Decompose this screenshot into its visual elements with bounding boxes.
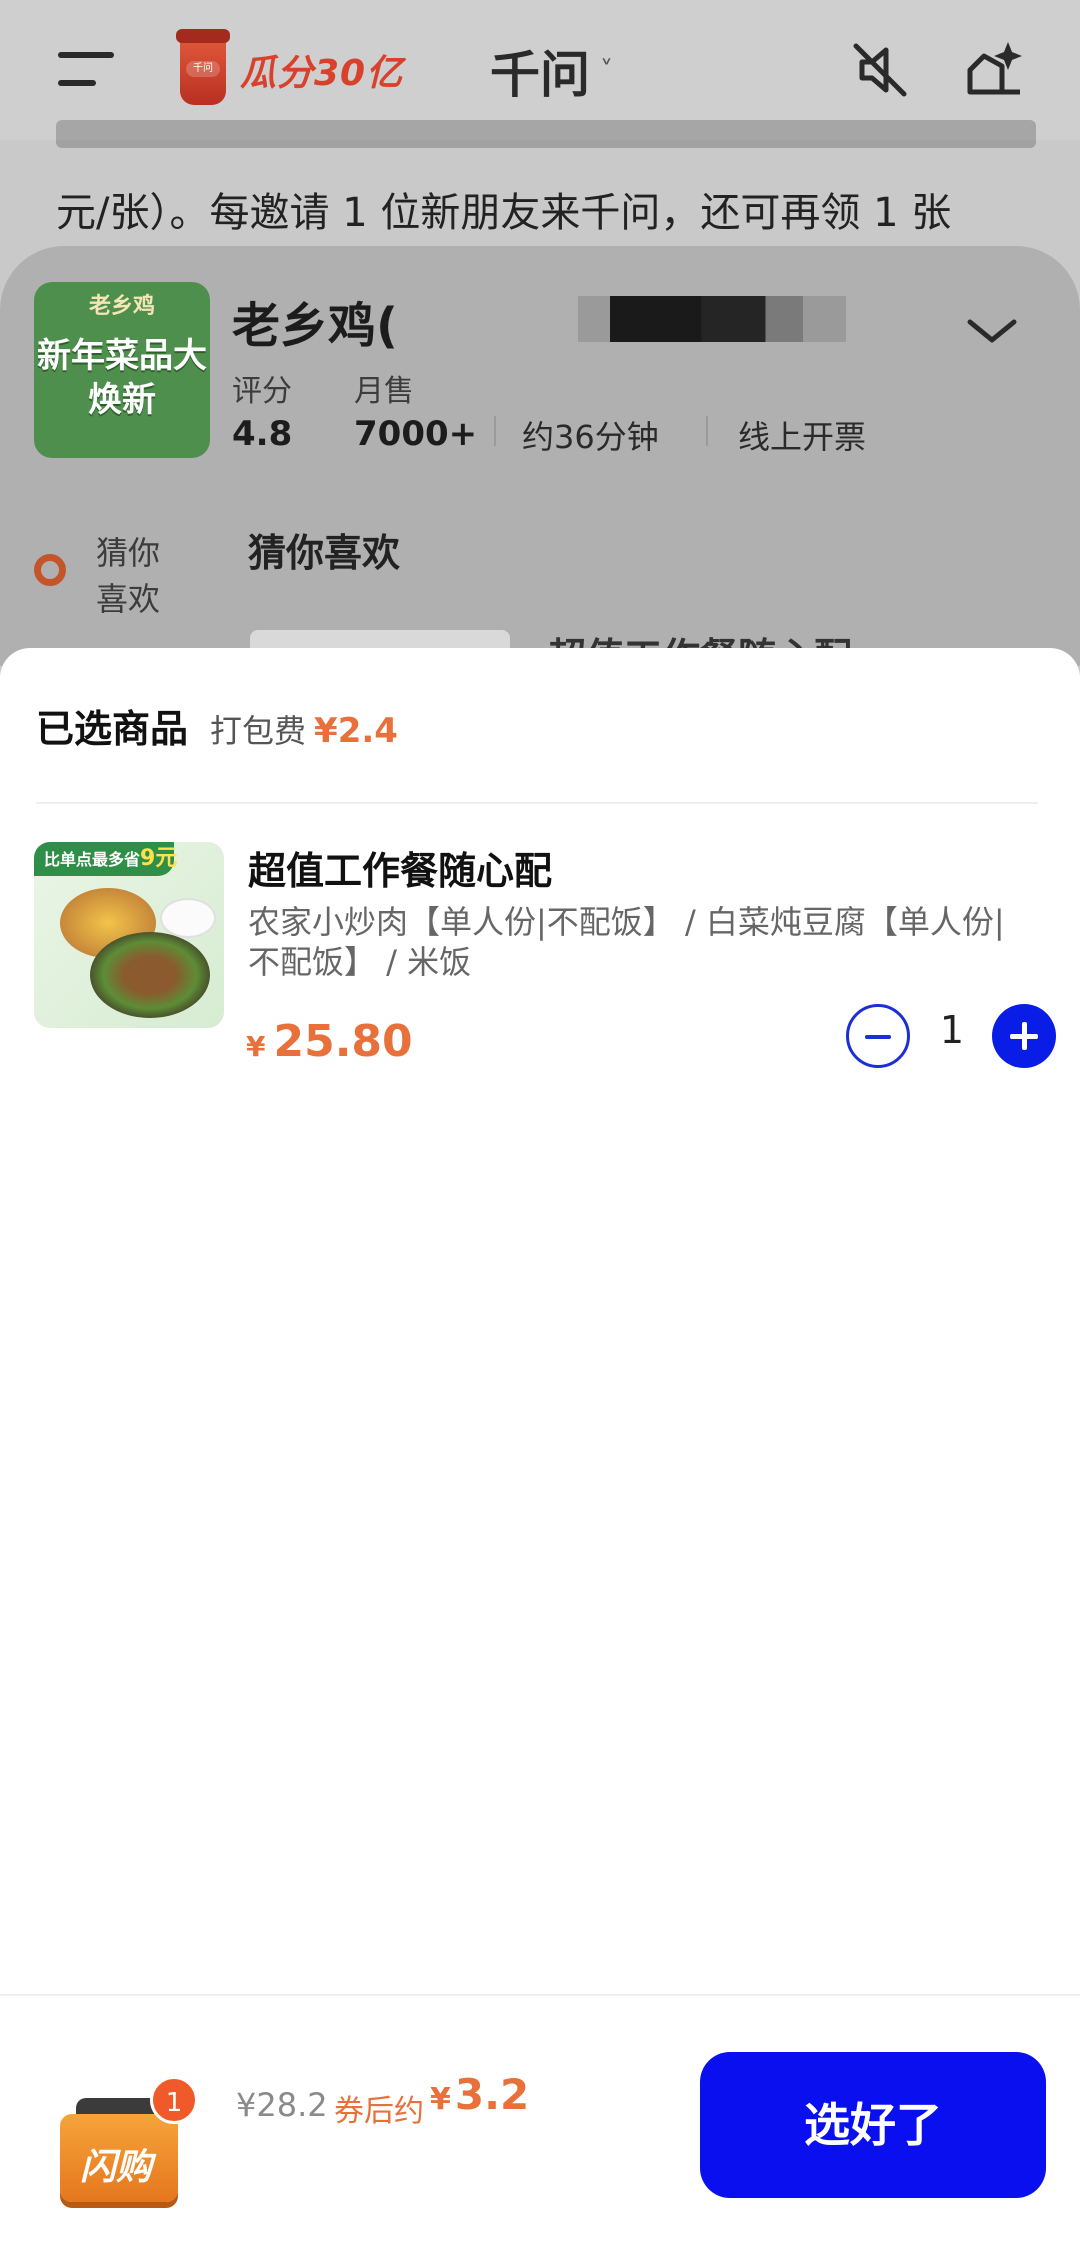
side-nav-item-recommend[interactable]: 猜你喜欢 [34,530,166,622]
after-coupon-price: ¥ 3.2 [430,2070,529,2119]
store-card: 老乡鸡 新年菜品大焕新 老乡鸡( 评分 4.8 月售 7000+ 约36分钟 线… [0,246,1080,666]
promo-banner[interactable]: 千问 瓜分30亿 [176,29,404,108]
store-logo: 老乡鸡 新年菜品大焕新 [34,282,210,458]
section-title: 猜你喜欢 [248,531,401,575]
sparkle-new-chat-icon[interactable] [962,36,1028,102]
cart-count-badge: 1 [150,2076,198,2124]
chat-line-partial [56,120,1036,160]
packing-fee-label: 打包费 [210,712,307,750]
side-nav-label: 猜你喜欢 [96,534,161,618]
cart-item-image[interactable]: 比单点最多省9元 [34,842,224,1028]
currency-symbol: ¥ [430,2082,451,2117]
target-icon [34,554,66,586]
cart-item-description: 农家小炒肉【单人份|不配饭】 / 白菜炖豆腐【单人份|不配饭】 / 米饭 [248,903,1005,981]
app-title: 千问 [490,46,590,104]
confirm-selection-button[interactable]: 选好了 [700,2052,1046,2198]
rating-value: 4.8 [232,414,293,454]
sales-value: 7000+ [354,414,478,454]
mute-icon[interactable] [848,38,912,102]
quantity-value: 1 [939,1008,965,1052]
rice-bowl [160,898,216,938]
cart-header: 已选商品 打包费 ¥2.4 [36,698,398,753]
currency-symbol: ¥ [246,1030,266,1063]
savings-badge-prefix: 比单点最多省 [44,850,141,869]
coffee-cup-icon: 千问 [176,29,230,105]
shopping-bag-icon[interactable]: 闪购 1 [46,2076,198,2206]
rating-label: 评分 [232,374,292,409]
divider [36,802,1038,804]
food-plate [90,932,210,1018]
delivery-time: 约36分钟 [522,418,659,456]
decrease-quantity-button[interactable] [846,1004,910,1068]
savings-badge-amount: 9元 [140,846,178,871]
divider [494,416,496,446]
price-value: 25.80 [273,1016,413,1067]
bag-label: 闪购 [80,2147,153,2188]
after-coupon-label: 券后约 [334,2094,424,2129]
original-price: ¥28.2 [236,2086,328,2124]
store-name: 老乡鸡( [232,298,398,354]
top-app-bar: 千问 瓜分30亿 千问 ˅ [0,0,1080,140]
chat-text-line: 元/张）。每邀请 1 位新朋友来千问，还可再领 1 张 [56,190,952,236]
chevron-down-icon: ˅ [600,56,613,86]
packing-fee-value: ¥2.4 [314,711,398,751]
price-value: 3.2 [454,2070,530,2119]
chevron-down-icon[interactable] [966,316,1018,346]
cup-badge: 千问 [186,61,220,77]
store-logo-slogan: 新年菜品大焕新 [37,336,207,420]
app-title-switcher[interactable]: 千问 ˅ [490,36,613,106]
promo-text: 瓜分30亿 [240,53,404,94]
increase-quantity-button[interactable] [992,1004,1056,1068]
store-logo-brand: 老乡鸡 [88,294,155,319]
invoice-info: 线上开票 [738,418,867,456]
cart-item-name: 超值工作餐随心配 [248,849,553,893]
cart-title: 已选商品 [36,707,189,751]
checkout-bar: 闪购 1 ¥28.2 券后约 ¥ 3.2 选好了 [0,1994,1080,2244]
redacted-store-branch [578,296,846,342]
menu-icon[interactable] [58,52,118,88]
savings-badge: 比单点最多省9元 [34,842,178,876]
sales-label: 月售 [354,374,414,409]
divider [706,416,708,446]
cart-item-price: ¥ 25.80 [246,1016,413,1067]
